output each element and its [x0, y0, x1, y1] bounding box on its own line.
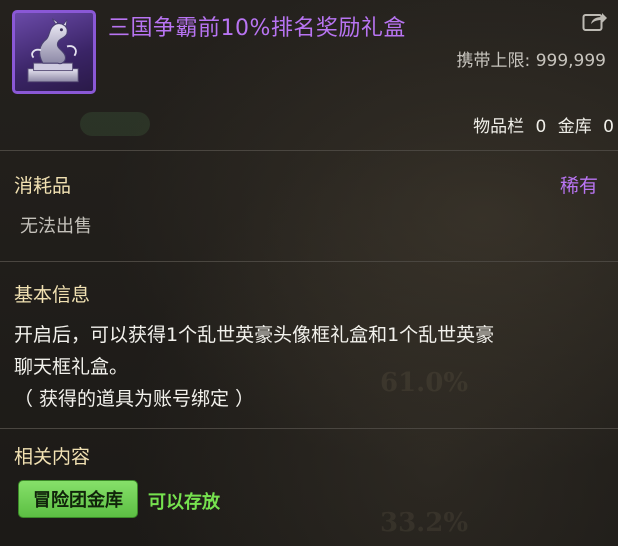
vault-count: 0 [603, 117, 614, 137]
item-type: 消耗品 [14, 175, 72, 197]
item-tooltip: 61.0% 33.2% 三国争霸前10%排名奖励礼盒 携带上限: 999,999… [0, 0, 618, 546]
rarity-label: 稀有 [559, 175, 598, 197]
background-percent: 61.0% [380, 368, 469, 398]
divider [0, 261, 618, 262]
carry-limit-label: 携带上限: [456, 51, 531, 71]
storage-counts: 物品栏 0 金库 0 [473, 112, 614, 137]
dragon-statue-icon [12, 10, 96, 94]
sell-status: 无法出售 [20, 216, 92, 237]
background-percent: 33.2% [380, 508, 469, 538]
tooltip-header: 三国争霸前10%排名奖励礼盒 携带上限: 999,999 物品栏 0 金库 0 [0, 0, 618, 150]
share-icon[interactable] [582, 10, 608, 32]
divider [0, 150, 618, 151]
carry-limit-value: 999,999 [535, 51, 606, 71]
inventory-label: 物品栏 [473, 117, 525, 137]
storable-status: 可以存放 [148, 492, 220, 513]
inventory-count: 0 [535, 117, 547, 137]
description-line: 聊天框礼盒。 [14, 356, 129, 378]
adventure-vault-button[interactable]: 冒险团金库 [18, 480, 138, 518]
related-heading: 相关内容 [14, 446, 91, 468]
item-title: 三国争霸前10%排名奖励礼盒 [108, 16, 406, 41]
dragon-statue-icon [27, 18, 79, 83]
vault-label: 金库 [557, 117, 592, 137]
carry-limit: 携带上限: 999,999 [457, 46, 606, 71]
description-line: （ 获得的道具为账号绑定 ） [14, 388, 255, 410]
description-line: 开启后，可以获得1个乱世英豪头像框礼盒和1个乱世英豪 [14, 324, 495, 346]
basic-info-heading: 基本信息 [14, 284, 91, 306]
divider [0, 428, 618, 429]
